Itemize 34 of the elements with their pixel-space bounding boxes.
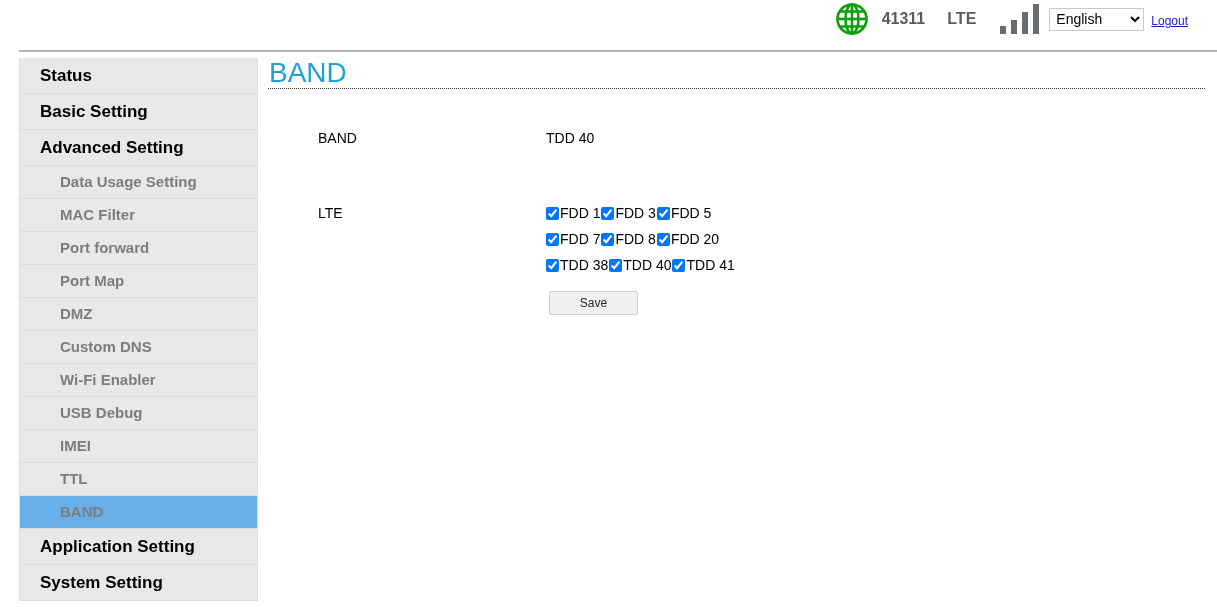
signal-bars-icon <box>1000 4 1040 34</box>
checkbox-label[interactable]: FDD 3 <box>615 200 656 226</box>
checkbox-label[interactable]: TDD 38 <box>560 252 609 278</box>
checkbox-label[interactable]: TDD 40 <box>623 252 672 278</box>
checkbox[interactable] <box>546 206 559 220</box>
network-type: LTE <box>947 9 977 29</box>
page-title: BAND <box>268 58 1205 89</box>
checkbox-label[interactable]: FDD 5 <box>670 200 712 226</box>
sidebar-item[interactable]: Application Setting <box>20 529 257 565</box>
checkbox[interactable] <box>601 232 615 246</box>
checkbox[interactable] <box>656 232 670 246</box>
field-value: TDD 40 <box>546 129 595 148</box>
checkbox[interactable] <box>601 206 615 220</box>
checkbox[interactable] <box>546 258 559 272</box>
network-code: 41311 <box>881 9 926 29</box>
checkbox-label[interactable]: TDD 41 <box>686 252 735 278</box>
field-label: BAND <box>318 130 357 146</box>
sidebar-item[interactable]: System Setting <box>20 565 257 601</box>
save-button[interactable]: Save <box>549 291 638 315</box>
sidebar-item[interactable]: Basic Setting <box>20 94 257 130</box>
checkbox-label[interactable]: FDD 20 <box>670 226 720 252</box>
checkbox-label[interactable]: FDD 7 <box>560 226 601 252</box>
sidebar-item[interactable]: Status <box>20 58 257 94</box>
checkbox[interactable] <box>672 258 686 272</box>
sidebar-item[interactable]: Advanced Setting <box>20 130 257 166</box>
checkbox[interactable] <box>656 206 670 220</box>
field-label: LTE <box>318 205 343 221</box>
checkbox-label[interactable]: FDD 1 <box>560 200 601 226</box>
checkbox[interactable] <box>546 232 559 246</box>
checkbox-label[interactable]: FDD 8 <box>615 226 656 252</box>
checkbox[interactable] <box>609 258 623 272</box>
logout-link[interactable]: Logout <box>1151 12 1188 30</box>
language-select[interactable]: English <box>1049 7 1145 31</box>
globe-icon <box>835 3 868 35</box>
